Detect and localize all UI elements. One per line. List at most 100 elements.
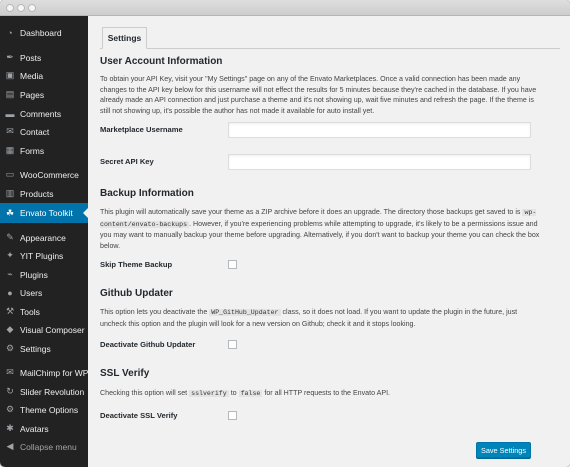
- sidebar-item-theme-options[interactable]: ⚙ Theme Options: [0, 400, 88, 419]
- sidebar-item-label: Dashboard: [20, 27, 62, 38]
- sidebar-item-pages[interactable]: ▤ Pages: [0, 85, 88, 104]
- collapse-menu-button[interactable]: ◀ Collapse menu: [0, 437, 88, 456]
- admin-sidebar: ◔ Dashboard ✒ Posts ▣ Media ▤ Pages ▬ Co…: [0, 16, 88, 467]
- ssl-desc-text: Checking this option will set: [100, 389, 190, 397]
- sidebar-item-posts[interactable]: ✒ Posts: [0, 48, 88, 67]
- github-description: This option lets you deactivate the WP_G…: [100, 307, 540, 329]
- sidebar-item-plugins[interactable]: ⌁ Plugins: [0, 265, 88, 284]
- deactivate-ssl-label: Deactivate SSL Verify: [100, 411, 178, 420]
- deactivate-github-checkbox[interactable]: [228, 340, 237, 349]
- sidebar-item-label: Users: [20, 287, 43, 298]
- sidebar-item-label: Appearance: [20, 232, 66, 243]
- sidebar-item-visual-composer[interactable]: ◆ Visual Composer: [0, 320, 88, 339]
- backup-heading: Backup Information: [100, 188, 194, 199]
- sidebar-item-label: Envato Toolkit: [20, 208, 73, 218]
- deactivate-ssl-checkbox[interactable]: [228, 411, 237, 420]
- sidebar-item-label: Visual Composer: [20, 324, 85, 335]
- dashboard-icon: ◔: [7, 27, 13, 38]
- sidebar-item-avatars[interactable]: ✱ Avatars: [0, 419, 88, 438]
- comments-icon: ▬: [5, 108, 15, 119]
- pin-icon: ✒: [6, 52, 14, 62]
- github-class-code: WP_GitHub_Updater: [209, 309, 281, 316]
- sidebar-item-label: Tools: [20, 306, 40, 317]
- account-heading: User Account Information: [100, 56, 223, 67]
- github-desc-text: This option lets you deactivate the: [100, 308, 210, 316]
- sidebar-item-dashboard[interactable]: ◔ Dashboard: [0, 23, 88, 42]
- sidebar-item-forms[interactable]: ▦ Forms: [0, 141, 88, 160]
- settings-icon: ⚙: [5, 343, 15, 353]
- account-description: To obtain your API Key, visit your "My S…: [100, 75, 537, 115]
- sidebar-item-appearance[interactable]: ✎ Appearance: [0, 228, 88, 247]
- sidebar-item-contact[interactable]: ✉ Contact: [0, 122, 88, 141]
- sidebar-item-slider-revolution[interactable]: ↻ Slider Revolution: [0, 382, 88, 401]
- sidebar-item-label: Avatars: [20, 423, 49, 434]
- sidebar-item-media[interactable]: ▣ Media: [0, 66, 88, 85]
- sidebar-item-label: Comments: [20, 108, 62, 119]
- sidebar-item-label: Products: [20, 188, 54, 199]
- media-icon: ▣: [5, 70, 15, 80]
- settings-content: Settings User Account Information To obt…: [88, 16, 570, 467]
- sidebar-item-tools[interactable]: ⚒ Tools: [0, 302, 88, 321]
- sidebar-item-users[interactable]: ● Users: [0, 283, 88, 302]
- mailchimp-icon: ✉: [6, 367, 14, 377]
- theme-options-icon: ⚙: [5, 404, 15, 414]
- forms-icon: ▦: [5, 145, 15, 155]
- sidebar-item-label: Slider Revolution: [20, 386, 85, 397]
- users-icon: ●: [7, 287, 13, 298]
- plugins-icon: ⌁: [7, 269, 13, 279]
- appearance-brush-icon: ✎: [6, 232, 14, 242]
- tab-settings[interactable]: Settings: [102, 27, 147, 49]
- woocommerce-icon: ▭: [5, 169, 15, 179]
- secret-api-key-label: Secret API Key: [100, 157, 154, 166]
- window-minimize-dot[interactable]: [17, 4, 25, 12]
- save-settings-button[interactable]: Save Settings: [476, 442, 531, 458]
- backup-description: This plugin will automatically save your…: [100, 207, 540, 251]
- window-close-dot[interactable]: [6, 4, 14, 12]
- ssl-desc-text-3: for all HTTP requests to the Envato API.: [262, 389, 391, 397]
- browser-window: ◔ Dashboard ✒ Posts ▣ Media ▤ Pages ▬ Co…: [0, 0, 570, 467]
- backup-desc-text: This plugin will automatically save your…: [100, 208, 523, 216]
- sidebar-item-label: Settings: [20, 343, 51, 354]
- marketplace-username-label: Marketplace Username: [100, 125, 183, 134]
- marketplace-username-input[interactable]: [228, 122, 531, 138]
- sidebar-item-yit-plugins[interactable]: ✦ YIT Plugins: [0, 246, 88, 265]
- sidebar-item-label: WooCommerce: [20, 169, 79, 180]
- window-titlebar: [0, 0, 570, 16]
- sidebar-item-label: Contact: [20, 126, 50, 137]
- pages-icon: ▤: [5, 89, 15, 99]
- slider-revolution-icon: ↻: [6, 386, 14, 396]
- sidebar-item-products[interactable]: ▥ Products: [0, 184, 88, 203]
- collapse-arrow-icon: ◀: [6, 441, 14, 451]
- sidebar-item-label: Theme Options: [20, 404, 79, 415]
- sslverify-code: sslverify: [189, 390, 229, 397]
- avatars-icon: ✱: [6, 423, 14, 433]
- sidebar-item-label: Posts: [20, 52, 42, 63]
- sidebar-item-label: Pages: [20, 89, 45, 100]
- products-icon: ▥: [5, 188, 15, 198]
- ssl-desc-text-2: to: [228, 389, 239, 397]
- secret-api-key-input[interactable]: [228, 154, 531, 170]
- sidebar-item-label: MailChimp for WP: [20, 367, 89, 378]
- sidebar-item-comments[interactable]: ▬ Comments: [0, 104, 88, 123]
- yit-icon: ✦: [6, 250, 14, 260]
- skip-theme-backup-label: Skip Theme Backup: [100, 260, 173, 269]
- sidebar-item-envato-toolkit[interactable]: ☘ Envato Toolkit: [0, 203, 88, 223]
- mail-icon: ✉: [6, 126, 14, 136]
- github-heading: Github Updater: [100, 288, 173, 299]
- ssl-heading: SSL Verify: [100, 368, 150, 379]
- tab-divider: [100, 48, 560, 49]
- deactivate-github-label: Deactivate Github Updater: [100, 340, 196, 349]
- sidebar-item-settings[interactable]: ⚙ Settings: [0, 339, 88, 358]
- collapse-menu-label: Collapse menu: [20, 441, 77, 452]
- tools-icon: ⚒: [5, 306, 15, 316]
- sidebar-item-mailchimp[interactable]: ✉ MailChimp for WP: [0, 363, 88, 382]
- envato-leaf-icon: ☘: [5, 207, 15, 218]
- skip-theme-backup-checkbox[interactable]: [228, 260, 237, 269]
- ssl-description: Checking this option will set sslverify …: [100, 388, 540, 400]
- sidebar-item-label: Forms: [20, 145, 45, 156]
- sidebar-item-woocommerce[interactable]: ▭ WooCommerce: [0, 165, 88, 184]
- visual-composer-icon: ◆: [6, 324, 14, 334]
- false-code: false: [238, 390, 263, 397]
- window-maximize-dot[interactable]: [28, 4, 36, 12]
- sidebar-item-label: Media: [20, 70, 44, 81]
